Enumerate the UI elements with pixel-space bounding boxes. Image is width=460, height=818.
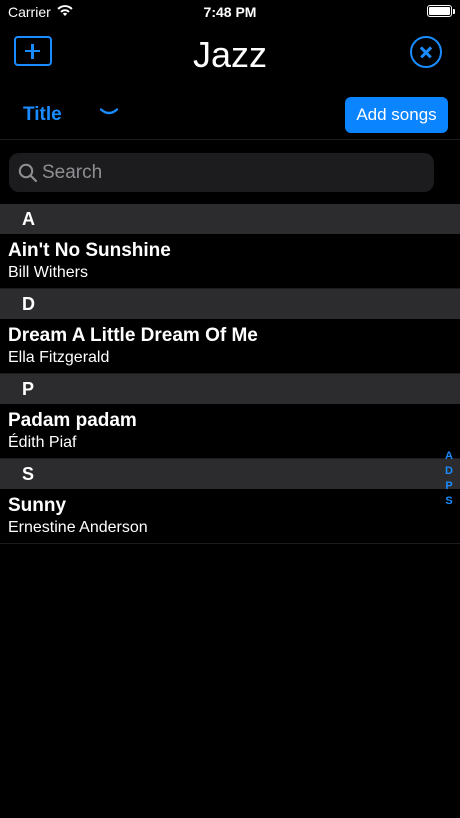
sort-toolbar: Title Add songs: [0, 94, 460, 140]
close-button[interactable]: [410, 36, 442, 68]
sort-selector[interactable]: Title: [23, 104, 62, 126]
song-title: Padam padam: [8, 410, 137, 431]
status-bar: Carrier 7:48 PM: [0, 0, 460, 24]
index-letter[interactable]: S: [442, 494, 456, 509]
song-title: Sunny: [8, 495, 67, 516]
song-title: Ain't No Sunshine: [8, 240, 171, 261]
index-letter[interactable]: A: [442, 449, 456, 464]
section-header: P: [0, 374, 460, 404]
song-artist: Ernestine Anderson: [8, 519, 148, 536]
song-row[interactable]: Ain't No Sunshine Bill Withers: [0, 234, 460, 289]
section-header: S: [0, 459, 460, 489]
song-list: A Ain't No Sunshine Bill Withers D Dream…: [0, 204, 460, 544]
song-row[interactable]: Dream A Little Dream Of Me Ella Fitzgera…: [0, 319, 460, 374]
song-artist: Bill Withers: [8, 264, 89, 281]
search-bar[interactable]: [9, 153, 434, 192]
search-icon: [18, 163, 38, 183]
section-header: D: [0, 289, 460, 319]
clock: 7:48 PM: [203, 4, 257, 20]
section-index[interactable]: A D P S: [442, 449, 456, 509]
battery-icon: [427, 5, 455, 17]
section-header: A: [0, 204, 460, 234]
page-title: Jazz: [192, 34, 268, 75]
song-artist: Ella Fitzgerald: [8, 349, 110, 366]
song-row[interactable]: Padam padam Édith Piaf: [0, 404, 460, 459]
navigation-bar: Jazz: [0, 28, 460, 84]
add-songs-button[interactable]: Add songs: [345, 97, 448, 133]
index-letter[interactable]: P: [442, 479, 456, 494]
search-input[interactable]: [42, 153, 422, 192]
song-artist: Édith Piaf: [8, 434, 77, 451]
song-row[interactable]: Sunny Ernestine Anderson: [0, 489, 460, 544]
index-letter[interactable]: D: [442, 464, 456, 479]
chevron-down-icon[interactable]: [100, 108, 118, 116]
song-title: Dream A Little Dream Of Me: [8, 325, 258, 346]
